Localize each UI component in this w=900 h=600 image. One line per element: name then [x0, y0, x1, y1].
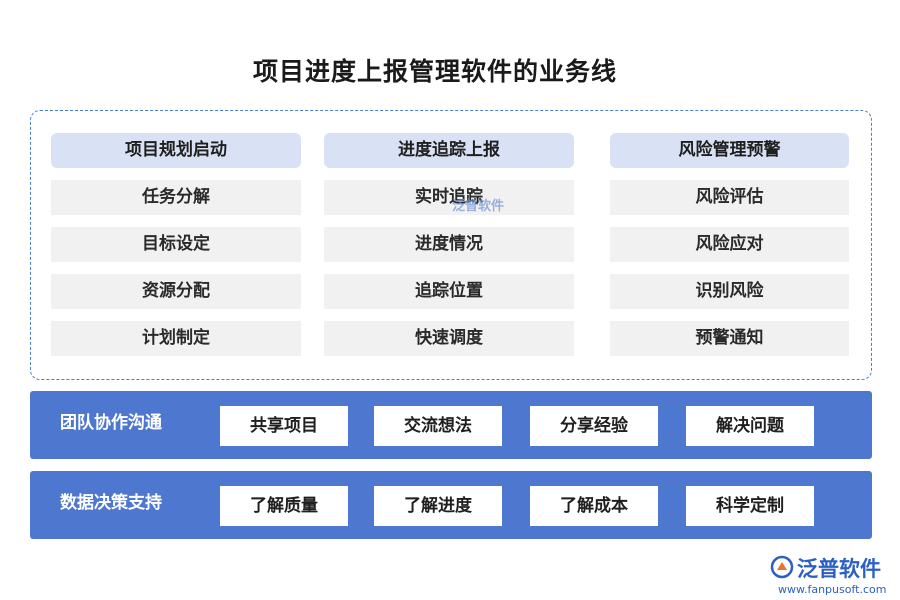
column-item: 目标设定: [51, 227, 301, 262]
band-chip: 了解质量: [220, 486, 348, 526]
column-item: 计划制定: [51, 321, 301, 356]
band-chip: 共享项目: [220, 406, 348, 446]
band-chip: 了解进度: [374, 486, 502, 526]
band-chip: 解决问题: [686, 406, 814, 446]
column-item: 进度情况: [324, 227, 574, 262]
brand-url: www.fanpusoft.com: [778, 583, 887, 596]
column-item: 资源分配: [51, 274, 301, 309]
column-header: 风险管理预警: [610, 133, 849, 168]
column-item: 追踪位置: [324, 274, 574, 309]
column-risk: 风险管理预警 风险评估 风险应对 识别风险 预警通知: [610, 133, 849, 356]
column-header: 项目规划启动: [51, 133, 301, 168]
band-label: 数据决策支持: [60, 493, 162, 513]
band-chip: 了解成本: [530, 486, 658, 526]
band-label: 团队协作沟通: [60, 413, 162, 433]
column-item: 任务分解: [51, 180, 301, 215]
column-tracking: 进度追踪上报 实时追踪 进度情况 追踪位置 快速调度: [324, 133, 574, 356]
band-decision-support: 数据决策支持 了解质量 了解进度 了解成本 科学定制: [30, 471, 872, 539]
band-collaboration: 团队协作沟通 共享项目 交流想法 分享经验 解决问题: [30, 391, 872, 459]
column-item: 预警通知: [610, 321, 849, 356]
band-chip: 分享经验: [530, 406, 658, 446]
band-chip: 科学定制: [686, 486, 814, 526]
column-item: 风险应对: [610, 227, 849, 262]
column-item: 实时追踪: [324, 180, 574, 215]
column-item: 识别风险: [610, 274, 849, 309]
column-item: 风险评估: [610, 180, 849, 215]
column-header: 进度追踪上报: [324, 133, 574, 168]
brand-name: 泛普软件: [797, 557, 881, 581]
band-chip: 交流想法: [374, 406, 502, 446]
column-item: 快速调度: [324, 321, 574, 356]
column-planning: 项目规划启动 任务分解 目标设定 资源分配 计划制定: [51, 133, 301, 356]
watermark-text: 泛普软件: [452, 199, 505, 214]
brand-logo-icon: [770, 555, 794, 579]
diagram-title: 项目进度上报管理软件的业务线: [252, 57, 617, 86]
